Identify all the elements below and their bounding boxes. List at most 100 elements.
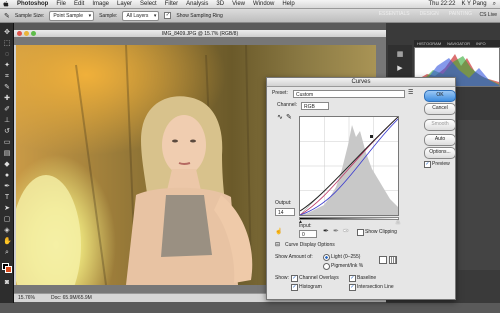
intersection-line-label: Intersection Line <box>357 284 394 290</box>
curve-display-options-label: Curve Display Options <box>285 242 335 248</box>
targeted-adjustment-icon[interactable]: ☝ <box>275 229 282 236</box>
lasso-tool-icon[interactable]: ◌ <box>3 51 11 59</box>
gradient-tool-icon[interactable]: ▤ <box>3 150 11 158</box>
light-label: Light (0–255) <box>331 254 361 260</box>
ok-button[interactable]: OK <box>424 90 456 102</box>
quick-select-tool-icon[interactable]: ✦ <box>3 62 11 70</box>
move-tool-icon[interactable]: ✥ <box>3 29 11 37</box>
menu-window[interactable]: Window <box>253 0 274 9</box>
panel-tabs: HISTOGRAM NAVIGATOR INFO <box>414 40 500 47</box>
detailed-grid-icon[interactable] <box>389 256 397 264</box>
toolbox: ✥ ⬚ ◌ ✦ ⌗ ✎ ✚ ✐ ⊥ ↺ ▭ ▤ ◆ ● ✒ T ➤ ▢ ◈ ✋ … <box>0 23 14 303</box>
zoom-tool-icon[interactable]: ⌕ <box>3 249 11 257</box>
simple-grid-icon[interactable] <box>379 256 387 264</box>
baseline-checkbox[interactable]: ✓ <box>349 275 356 283</box>
workspace-design[interactable]: DESIGN <box>420 11 439 17</box>
show-clipping-label: Show Clipping <box>365 229 397 235</box>
layers-panel-area[interactable] <box>458 120 500 270</box>
marquee-tool-icon[interactable]: ⬚ <box>3 40 11 48</box>
eyedropper-tool-icon[interactable]: ✎ <box>4 12 10 20</box>
channel-label: Channel: <box>277 102 298 108</box>
pigment-radio[interactable] <box>323 263 330 271</box>
black-eyedropper-icon[interactable]: ✒ <box>323 228 329 235</box>
background-color-swatch[interactable] <box>5 266 12 273</box>
menu-app-name[interactable]: Photoshop <box>17 0 48 9</box>
curves-title[interactable]: Curves <box>267 78 455 87</box>
cs-live-button[interactable]: CS Live <box>479 12 497 18</box>
history-panel-icon[interactable]: ▦ <box>396 51 404 59</box>
sample-select[interactable]: All Layers <box>122 10 160 21</box>
tab-info[interactable]: INFO <box>476 40 486 47</box>
spotlight-icon[interactable]: ⌕ <box>493 0 496 9</box>
user-name[interactable]: K Y Pang <box>461 0 486 9</box>
pen-tool-icon[interactable]: ✒ <box>3 183 11 191</box>
white-point-slider-icon[interactable]: △ <box>396 219 400 225</box>
zoom-level[interactable]: 15.76% <box>18 294 35 302</box>
eyedropper-icon[interactable]: ✎ <box>3 84 11 92</box>
sample-size-select[interactable]: Point Sample <box>49 10 95 21</box>
show-clipping-checkbox[interactable] <box>357 229 364 237</box>
options-button[interactable]: Options... <box>424 147 456 159</box>
gray-eyedropper-icon[interactable]: ✒ <box>333 228 339 235</box>
edit-points-curve-icon[interactable]: ∿ <box>277 114 283 121</box>
preset-select[interactable]: Custom <box>293 90 405 98</box>
history-brush-icon[interactable]: ↺ <box>3 128 11 136</box>
tab-histogram[interactable]: HISTOGRAM <box>417 40 441 47</box>
curves-graph[interactable] <box>299 116 399 216</box>
smooth-button[interactable]: Smooth <box>424 119 456 131</box>
white-eyedropper-icon[interactable]: ✒ <box>343 228 349 235</box>
histogram-checkbox[interactable]: ✓ <box>291 284 298 292</box>
tab-navigator[interactable]: NAVIGATOR <box>447 40 470 47</box>
zoom-icon[interactable] <box>31 31 36 36</box>
dodge-tool-icon[interactable]: ● <box>3 172 11 180</box>
shape-tool-icon[interactable]: ▢ <box>3 216 11 224</box>
eraser-tool-icon[interactable]: ▭ <box>3 139 11 147</box>
workspace-essentials[interactable]: ESSENTIALS <box>379 11 410 17</box>
menu-analysis[interactable]: Analysis <box>186 0 208 9</box>
expand-options-icon[interactable]: ⊟ <box>275 242 280 249</box>
channel-overlays-checkbox[interactable]: ✓ <box>291 275 298 283</box>
actions-panel-icon[interactable]: ▶ <box>396 65 404 73</box>
intersection-line-checkbox[interactable]: ✓ <box>349 284 356 292</box>
path-select-icon[interactable]: ➤ <box>3 205 11 213</box>
preset-options-icon[interactable]: ☰ <box>408 90 413 97</box>
curves-dialog: Curves Preset: Custom ☰ Channel: RGB ∿ ✎… <box>266 77 456 300</box>
menu-filter[interactable]: Filter <box>165 0 178 9</box>
menu-view[interactable]: View <box>232 0 245 9</box>
show-ring-label: Show Sampling Ring <box>176 12 223 19</box>
crop-tool-icon[interactable]: ⌗ <box>3 73 11 81</box>
hand-tool-icon[interactable]: ✋ <box>3 238 12 246</box>
show-label: Show: <box>275 275 289 281</box>
clock[interactable]: Thu 22:22 <box>428 0 455 9</box>
healing-tool-icon[interactable]: ✚ <box>3 95 11 103</box>
menu-help[interactable]: Help <box>282 0 294 9</box>
quick-mask-icon[interactable]: ◙ <box>3 279 11 287</box>
type-tool-icon[interactable]: T <box>3 194 11 202</box>
draw-pencil-icon[interactable]: ✎ <box>286 114 292 121</box>
menu-file[interactable]: File <box>56 0 66 9</box>
workspace-painting[interactable]: PAINTING <box>449 11 472 17</box>
input-field[interactable]: 0 <box>299 230 317 238</box>
output-label: Output: <box>275 200 292 206</box>
options-bar: ✎ Sample Size: Point Sample Sample: All … <box>0 9 500 23</box>
document-size[interactable]: Doc: 65.9M/65.9M <box>51 294 92 302</box>
auto-button[interactable]: Auto <box>424 134 456 146</box>
output-field[interactable]: 14 <box>275 208 295 216</box>
blur-tool-icon[interactable]: ◆ <box>3 161 11 169</box>
menu-3d[interactable]: 3D <box>216 0 224 9</box>
preview-checkbox[interactable]: ✓ <box>424 161 431 169</box>
apple-icon[interactable] <box>3 0 9 8</box>
menu-edit[interactable]: Edit <box>74 0 84 9</box>
cancel-button[interactable]: Cancel <box>424 103 456 115</box>
minimize-icon[interactable] <box>24 31 29 36</box>
brush-tool-icon[interactable]: ✐ <box>3 106 11 114</box>
3d-tool-icon[interactable]: ◈ <box>3 227 11 235</box>
menu-image[interactable]: Image <box>92 0 109 9</box>
close-icon[interactable] <box>17 31 22 36</box>
stamp-tool-icon[interactable]: ⊥ <box>3 117 11 125</box>
light-radio[interactable] <box>323 254 330 262</box>
menu-select[interactable]: Select <box>140 0 157 9</box>
channel-select[interactable]: RGB <box>301 102 329 110</box>
menu-layer[interactable]: Layer <box>117 0 132 9</box>
show-ring-checkbox[interactable]: ✓ <box>164 12 172 19</box>
